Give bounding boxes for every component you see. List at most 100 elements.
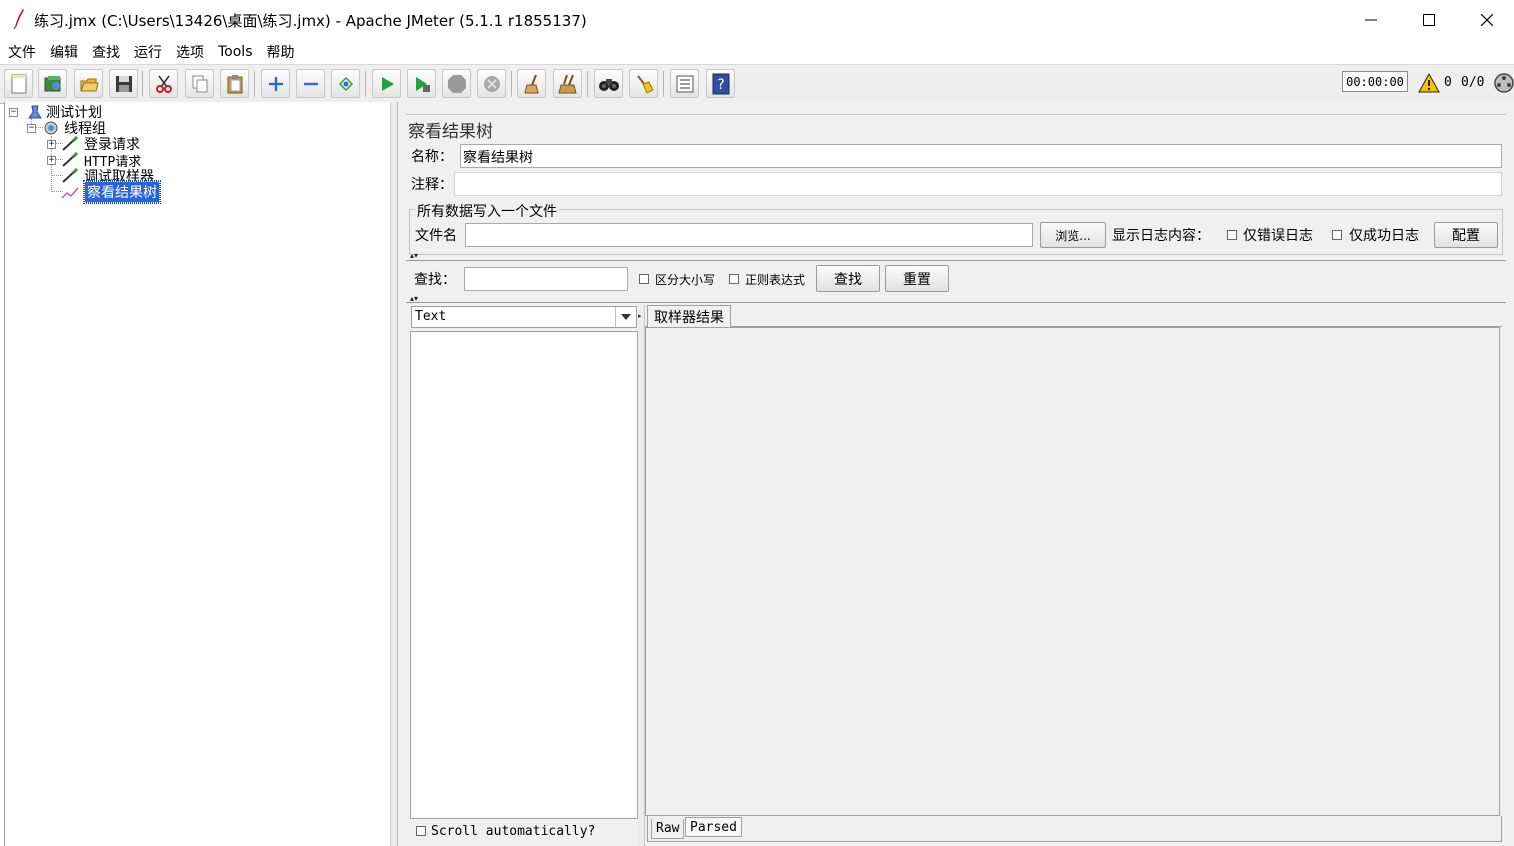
expand-icon — [268, 76, 283, 91]
listener-graph-icon — [61, 187, 79, 199]
maximize-button[interactable] — [1400, 0, 1458, 40]
save-button[interactable] — [109, 69, 138, 98]
window-title: 练习.jmx (C:\Users\13426\桌面\练习.jmx) - Apac… — [34, 12, 587, 30]
test-plan-icon — [28, 105, 42, 119]
open-button[interactable] — [74, 69, 103, 98]
tree-label-selected: 察看结果树 — [83, 180, 161, 204]
menu-search[interactable]: 查找 — [84, 42, 126, 62]
log-display-label: 显示日志内容： — [1112, 228, 1210, 244]
expand-all-button[interactable] — [261, 69, 290, 98]
save-icon — [115, 75, 132, 92]
stop-button[interactable] — [442, 69, 471, 98]
result-tabs: 取样器结果 — [645, 305, 1502, 327]
renderer-select[interactable]: Text — [411, 306, 637, 328]
success-only-checkbox[interactable] — [1332, 230, 1342, 240]
tab-parsed[interactable]: Parsed — [685, 817, 742, 837]
sampler-pipette-icon — [62, 152, 79, 167]
start-no-pause-button[interactable] — [407, 69, 436, 98]
svg-text:?: ? — [717, 77, 724, 93]
maximize-icon — [1423, 14, 1435, 26]
warning-icon[interactable] — [1418, 73, 1440, 93]
search-button[interactable]: 查找 — [816, 265, 880, 292]
toolbar: ? 00:00:00 0 0/0 — [0, 64, 1514, 104]
new-button[interactable] — [4, 69, 33, 98]
minimize-icon — [1365, 19, 1377, 21]
split-pane-divider[interactable] — [390, 102, 398, 846]
tree-node-view-results-tree[interactable]: 察看结果树 — [60, 180, 161, 204]
case-sensitive-label: 区分大小写 — [655, 273, 716, 287]
search-button[interactable] — [594, 69, 623, 98]
warning-count: 0 — [1444, 75, 1452, 90]
regex-label: 正则表达式 — [745, 273, 806, 287]
close-button[interactable] — [1458, 0, 1514, 40]
regex-checkbox[interactable] — [729, 274, 739, 284]
elapsed-timer: 00:00:00 — [1342, 71, 1408, 92]
results-divider[interactable]: ▸ — [638, 305, 645, 846]
file-group-title: 所有数据写入一个文件 — [415, 201, 559, 221]
start-button[interactable] — [372, 69, 401, 98]
clear-all-button[interactable] — [553, 69, 582, 98]
success-only-label: 仅成功日志 — [1349, 228, 1419, 244]
name-label: 名称： — [411, 149, 453, 165]
tab-sampler-result[interactable]: 取样器结果 — [647, 305, 731, 327]
minimize-button[interactable] — [1342, 0, 1400, 40]
copy-button[interactable] — [185, 69, 214, 98]
result-content-area — [645, 327, 1500, 816]
search-label: 查找： — [414, 272, 456, 288]
cut-button[interactable] — [149, 69, 178, 98]
help-button[interactable]: ? — [706, 69, 735, 98]
copy-icon — [192, 75, 207, 92]
split-arrows-icon[interactable]: ▴▾ — [410, 252, 418, 260]
collapse-icon — [303, 82, 318, 85]
clear-all-icon — [557, 74, 577, 93]
tab-raw[interactable]: Raw — [651, 819, 685, 839]
binoculars-icon — [598, 78, 619, 91]
clear-icon — [523, 74, 539, 93]
case-sensitive-checkbox[interactable] — [639, 274, 649, 284]
comment-field[interactable] — [454, 172, 1502, 196]
menu-options[interactable]: 选项 — [168, 42, 210, 62]
menu-run[interactable]: 运行 — [126, 42, 168, 62]
results-tree-panel: 察看结果树 名称： 察看结果树 注释： 所有数据写入一个文件 文件名 浏览...… — [398, 102, 1514, 846]
filename-field[interactable] — [465, 223, 1033, 247]
toggle-button[interactable] — [331, 69, 360, 98]
name-field[interactable]: 察看结果树 — [460, 144, 1502, 168]
menu-tools[interactable]: Tools — [210, 44, 259, 60]
collapse-toggle[interactable]: − — [9, 107, 18, 117]
toggle-icon — [338, 76, 353, 91]
renderer-selected: Text — [415, 309, 447, 324]
sampler-pipette-icon — [62, 136, 79, 151]
close-icon — [1481, 14, 1493, 26]
list-icon — [676, 75, 693, 92]
gear-icon — [44, 121, 58, 135]
help-icon: ? — [712, 73, 729, 94]
templates-button[interactable] — [38, 69, 67, 98]
configure-button[interactable]: 配置 — [1434, 222, 1498, 248]
expand-toggle[interactable]: + — [47, 139, 56, 149]
scroll-auto-checkbox[interactable] — [416, 826, 426, 836]
menu-edit[interactable]: 编辑 — [42, 42, 84, 62]
paste-button[interactable] — [220, 69, 249, 98]
menu-bar: 文件 编辑 查找 运行 选项 Tools 帮助 — [0, 40, 1514, 64]
errors-only-checkbox[interactable] — [1227, 230, 1237, 240]
sample-result-list[interactable] — [410, 331, 638, 819]
function-helper-button[interactable] — [670, 69, 699, 98]
reset-search-button[interactable] — [629, 69, 658, 98]
bottom-tabs: Raw Parsed — [647, 816, 1502, 842]
browse-button[interactable]: 浏览... — [1040, 222, 1106, 248]
shutdown-button[interactable] — [477, 69, 506, 98]
collapse-all-button[interactable] — [296, 69, 325, 98]
thread-count: 0/0 — [1461, 75, 1485, 90]
collapse-toggle[interactable]: − — [27, 123, 36, 133]
menu-file[interactable]: 文件 — [0, 42, 42, 62]
reset-button[interactable]: 重置 — [885, 265, 949, 292]
templates-icon — [44, 75, 60, 91]
expand-toggle[interactable]: + — [47, 155, 56, 165]
stop-icon — [447, 74, 466, 93]
title-bar: 练习.jmx (C:\Users\13426\桌面\练习.jmx) - Apac… — [0, 0, 1514, 40]
dropdown-arrow[interactable] — [615, 307, 636, 327]
menu-help[interactable]: 帮助 — [259, 42, 301, 62]
clear-button[interactable] — [517, 69, 546, 98]
new-icon — [11, 74, 26, 93]
search-field[interactable] — [464, 267, 628, 291]
